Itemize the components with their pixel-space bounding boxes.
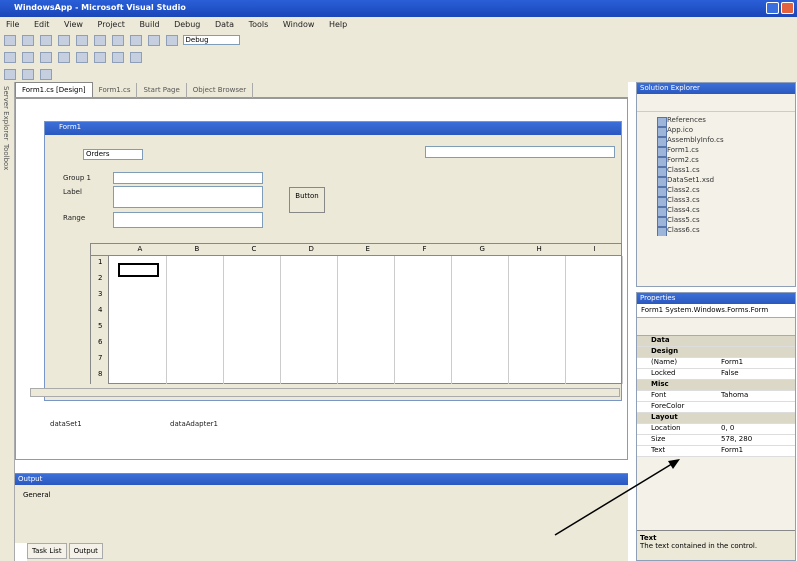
annotation-arrow	[554, 459, 680, 536]
